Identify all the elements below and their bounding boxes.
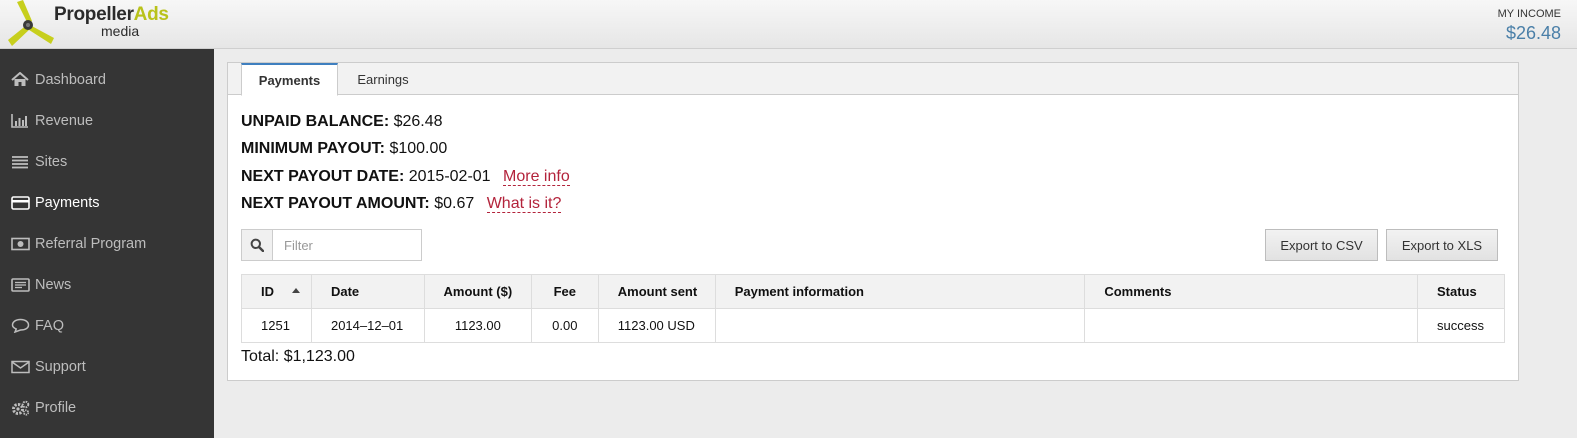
minimum-payout-label: MINIMUM PAYOUT: (241, 140, 385, 157)
sidebar-item-label: Payments (35, 194, 100, 211)
column-header-date[interactable]: Date (310, 274, 425, 309)
cell-fee: 0.00 (530, 308, 599, 343)
sidebar-item-label: FAQ (35, 317, 65, 334)
filter-input[interactable] (274, 230, 421, 260)
column-header-amount[interactable]: Amount ($) (423, 274, 532, 309)
sidebar-item-support[interactable]: Support (0, 346, 214, 387)
sort-ascending-icon (292, 288, 300, 294)
export-csv-button[interactable]: Export to CSV (1265, 229, 1378, 261)
sidebar-item-label: Revenue (35, 112, 94, 129)
cell-status: success (1416, 308, 1506, 343)
cell-amount: 1123.00 (423, 308, 532, 343)
credit-card-icon (10, 195, 30, 211)
speech-bubble-icon (10, 318, 30, 334)
gears-icon (10, 400, 30, 416)
next-payout-date-label: NEXT PAYOUT DATE: (241, 168, 405, 185)
propellerads-logo[interactable]: PropellerAds media (6, 0, 169, 49)
sidebar-item-news[interactable]: News (0, 264, 214, 305)
sidebar-item-label: Referral Program (35, 235, 147, 252)
export-xls-button[interactable]: Export to XLS (1386, 229, 1498, 261)
next-payout-amount-label: NEXT PAYOUT AMOUNT: (241, 195, 430, 212)
sidebar-item-referral-program[interactable]: Referral Program (0, 223, 214, 264)
sidebar-item-dashboard[interactable]: Dashboard (0, 59, 214, 100)
unpaid-balance-label: UNPAID BALANCE: (241, 113, 390, 130)
next-payout-date-row: NEXT PAYOUT DATE: 2015-02-01 More info (241, 167, 570, 187)
sidebar-item-label: Support (35, 358, 86, 375)
column-header-payment-information[interactable]: Payment information (714, 274, 1086, 309)
tab-bar: Payments Earnings (228, 63, 1518, 96)
column-header-amount-sent[interactable]: Amount sent (597, 274, 716, 309)
payments-total: Total: $1,123.00 (241, 348, 355, 365)
cell-payment-information (714, 308, 1086, 343)
what-is-it-link[interactable]: What is it? (486, 195, 562, 213)
column-header-fee[interactable]: Fee (530, 274, 599, 309)
cell-id: 1251 (241, 308, 312, 343)
minimum-payout-row: MINIMUM PAYOUT: $100.00 (241, 139, 447, 159)
payments-table: ID Date Amount ($) Fee Amount sent Payme… (241, 274, 1506, 343)
column-header-comments[interactable]: Comments (1084, 274, 1418, 309)
cell-amount-sent: 1123.00 USD (597, 308, 716, 343)
next-payout-amount-value: $0.67 (434, 195, 475, 212)
sidebar-item-revenue[interactable]: Revenue (0, 100, 214, 141)
my-income: MY INCOME $26.48 (1498, 8, 1561, 44)
minimum-payout-value: $100.00 (389, 140, 448, 157)
sidebar-item-payments[interactable]: Payments (0, 182, 214, 223)
unpaid-balance-row: UNPAID BALANCE: $26.48 (241, 112, 443, 132)
sidebar: Dashboard Revenue Sites Payments Referra… (0, 49, 214, 438)
sidebar-item-faq[interactable]: FAQ (0, 305, 214, 346)
table-header-row: ID Date Amount ($) Fee Amount sent Payme… (241, 274, 1506, 309)
sidebar-item-sites[interactable]: Sites (0, 141, 214, 182)
sidebar-item-profile[interactable]: Profile (0, 387, 214, 428)
income-value: $26.48 (1505, 23, 1561, 43)
more-info-link[interactable]: More info (503, 168, 570, 186)
envelope-icon (10, 359, 30, 375)
tab-earnings[interactable]: Earnings (343, 63, 423, 96)
cell-date: 2014–12–01 (310, 308, 425, 343)
table-row: 1251 2014–12–01 1123.00 0.00 1123.00 USD… (241, 308, 1506, 343)
income-label: MY INCOME (1497, 8, 1561, 20)
sidebar-item-label: Dashboard (35, 71, 106, 88)
next-payout-date-value: 2015-02-01 (408, 168, 491, 185)
filter-box (241, 229, 422, 261)
payments-panel: Payments Earnings UNPAID BALANCE: $26.48… (227, 62, 1519, 381)
unpaid-balance-value: $26.48 (393, 113, 443, 130)
list-icon (10, 154, 30, 170)
newspaper-icon (10, 277, 30, 293)
sidebar-item-label: News (35, 276, 72, 293)
search-icon[interactable] (242, 230, 273, 260)
money-icon (10, 236, 30, 252)
sidebar-item-label: Sites (35, 153, 68, 170)
home-icon (10, 72, 30, 88)
tab-payments[interactable]: Payments (241, 63, 338, 96)
sidebar-item-label: Profile (35, 399, 77, 416)
column-header-id[interactable]: ID (241, 274, 312, 309)
top-header: PropellerAds media MY INCOME $26.48 (0, 0, 1577, 49)
brand-subtitle: media (101, 23, 140, 39)
cell-comments (1084, 308, 1418, 343)
propeller-icon (8, 0, 54, 46)
column-header-status[interactable]: Status (1416, 274, 1506, 309)
brand-name: PropellerAds (54, 4, 169, 25)
next-payout-amount-row: NEXT PAYOUT AMOUNT: $0.67 What is it? (241, 194, 562, 214)
bar-chart-icon (10, 113, 30, 129)
